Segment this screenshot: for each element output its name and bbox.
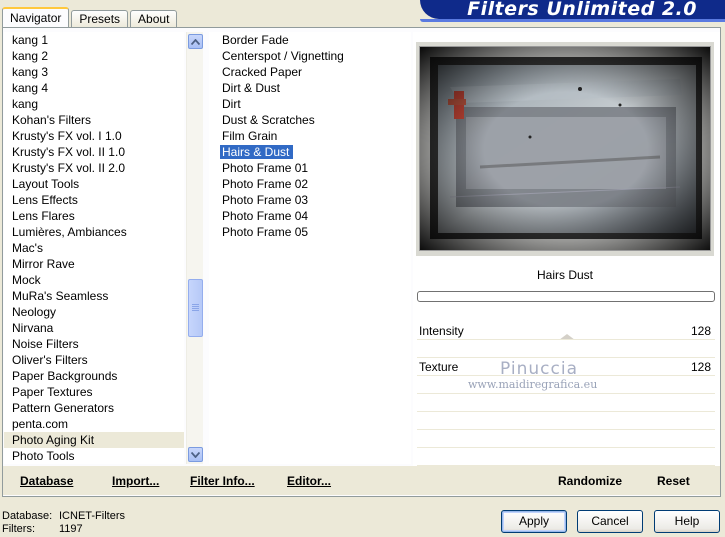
status-value: 1197	[59, 523, 83, 535]
category-item[interactable]: Kohan's Filters	[4, 112, 184, 128]
param-empty-row	[417, 430, 715, 448]
effect-name: Hairs Dust	[536, 268, 593, 282]
chevron-up-icon	[191, 38, 200, 45]
filter-item-label: Hairs & Dust	[220, 145, 294, 159]
param-value: 128	[690, 360, 711, 374]
tab-bar: Navigator Presets About	[2, 6, 179, 28]
watermark-name: Pinuccia	[500, 359, 578, 379]
param-label: Texture	[419, 360, 459, 374]
category-item[interactable]: Nirvana	[4, 320, 184, 336]
settings-panel: Hairs Dust Intensity 128 Texture 128 Pin…	[413, 32, 720, 466]
filter-item-label: Photo Frame 04	[222, 209, 309, 223]
category-item[interactable]: Mirror Rave	[4, 256, 184, 272]
param-empty-row	[417, 394, 715, 412]
filter-item[interactable]: Photo Frame 02	[209, 176, 411, 192]
filter-item[interactable]: Photo Frame 01	[209, 160, 411, 176]
filter-item-label: Border Fade	[222, 33, 289, 47]
filter-item[interactable]: Film Grain	[209, 128, 411, 144]
category-item[interactable]: kang	[4, 96, 184, 112]
status-value: ICNET-Filters	[59, 510, 125, 522]
tab-presets[interactable]: Presets	[71, 10, 129, 28]
category-item[interactable]: Mock	[4, 272, 184, 288]
category-list[interactable]: kang 1 kang 2 kang 3 kang 4 kang Kohan's Filt…	[4, 32, 184, 464]
filter-item[interactable]: Photo Frame 05	[209, 224, 411, 240]
category-item[interactable]: Paper Textures	[4, 384, 184, 400]
apply-button[interactable]: Apply	[501, 510, 567, 533]
category-item[interactable]: Paper Backgrounds	[4, 368, 184, 384]
filter-item-label: Photo Frame 05	[222, 225, 309, 239]
filter-item-label: Photo Frame 02	[222, 177, 309, 191]
filter-item-label: Cracked Paper	[222, 65, 303, 79]
filter-item[interactable]: Hairs & Dust	[209, 144, 411, 160]
category-item[interactable]: Photo Tools	[4, 448, 184, 464]
filter-info-button[interactable]: Filter Info...	[190, 474, 255, 488]
filter-item[interactable]: Centerspot / Vignetting	[209, 48, 411, 64]
category-item[interactable]: Lens Effects	[4, 192, 184, 208]
category-item[interactable]: Photo Aging Kit	[4, 432, 184, 448]
filter-item[interactable]: Photo Frame 04	[209, 208, 411, 224]
app-title: Filters Unlimited 2.0	[467, 0, 697, 20]
status-filters: Filters: 1197	[2, 523, 83, 536]
param-intensity-row[interactable]: Intensity 128	[417, 322, 715, 340]
filter-item[interactable]: Photo Frame 03	[209, 192, 411, 208]
category-item[interactable]: penta.com	[4, 416, 184, 432]
filter-item[interactable]: Dust & Scratches	[209, 112, 411, 128]
chevron-down-icon	[191, 451, 200, 458]
status-label: Database:	[2, 510, 53, 522]
editor-button[interactable]: Editor...	[287, 474, 331, 488]
tab-navigator[interactable]: Navigator	[2, 7, 70, 28]
category-item[interactable]: Krusty's FX vol. I 1.0	[4, 128, 184, 144]
database-button[interactable]: Database	[20, 474, 73, 488]
category-scrollbar[interactable]	[186, 32, 203, 464]
title-banner: Filters Unlimited 2.0	[420, 0, 725, 22]
category-item[interactable]: kang 2	[4, 48, 184, 64]
filter-item[interactable]: Border Fade	[209, 32, 411, 48]
category-item[interactable]: kang 3	[4, 64, 184, 80]
filter-item[interactable]: Dirt	[209, 96, 411, 112]
category-item[interactable]: Pattern Generators	[4, 400, 184, 416]
param-empty-row	[417, 412, 715, 430]
category-item[interactable]: kang 4	[4, 80, 184, 96]
category-item[interactable]: Layout Tools	[4, 176, 184, 192]
category-item[interactable]: MuRa's Seamless	[4, 288, 184, 304]
import-button[interactable]: Import...	[112, 474, 159, 488]
tab-about[interactable]: About	[130, 10, 178, 28]
param-empty-row	[417, 340, 715, 358]
scroll-down-button[interactable]	[188, 447, 203, 462]
filter-item[interactable]: Dirt & Dust	[209, 80, 411, 96]
category-item[interactable]: Lens Flares	[4, 208, 184, 224]
category-item[interactable]: Mac's	[4, 240, 184, 256]
scroll-up-button[interactable]	[188, 34, 203, 49]
category-item[interactable]: kang 1	[4, 32, 184, 48]
param-value: 128	[690, 324, 711, 338]
category-item[interactable]: Neology	[4, 304, 184, 320]
filter-item-label: Dust & Scratches	[222, 113, 315, 127]
param-label: Intensity	[419, 324, 464, 338]
category-item[interactable]: Noise Filters	[4, 336, 184, 352]
status-label: Filters:	[2, 523, 35, 535]
reset-button[interactable]: Reset	[657, 474, 690, 488]
filter-item-label: Photo Frame 03	[222, 193, 309, 207]
filter-item-label: Dirt	[222, 97, 241, 111]
category-item[interactable]: Krusty's FX vol. II 1.0	[4, 144, 184, 160]
category-item[interactable]: Oliver's Filters	[4, 352, 184, 368]
bottom-toolbar: Database Import... Filter Info... Editor…	[3, 466, 720, 495]
filter-item-label: Photo Frame 01	[222, 161, 309, 175]
render-progress-bar	[417, 291, 715, 302]
cancel-button[interactable]: Cancel	[577, 510, 643, 533]
category-item[interactable]: Lumières, Ambiances	[4, 224, 184, 240]
filter-item-label: Centerspot / Vignetting	[222, 49, 344, 63]
filter-list[interactable]: Border Fade Centerspot / Vignetting Cracke…	[209, 32, 411, 464]
randomize-button[interactable]: Randomize	[558, 474, 622, 488]
filter-item-label: Film Grain	[222, 129, 278, 143]
category-item[interactable]: Krusty's FX vol. II 2.0	[4, 160, 184, 176]
scroll-thumb[interactable]	[188, 279, 203, 337]
status-database: Database: ICNET-Filters	[2, 510, 125, 523]
param-empty-row	[417, 448, 715, 466]
filter-item[interactable]: Cracked Paper	[209, 64, 411, 80]
preview-image	[419, 46, 711, 251]
watermark-url: www.maidiregrafica.eu	[468, 378, 598, 391]
help-button[interactable]: Help	[654, 510, 720, 533]
filter-item-label: Dirt & Dust	[222, 81, 281, 95]
